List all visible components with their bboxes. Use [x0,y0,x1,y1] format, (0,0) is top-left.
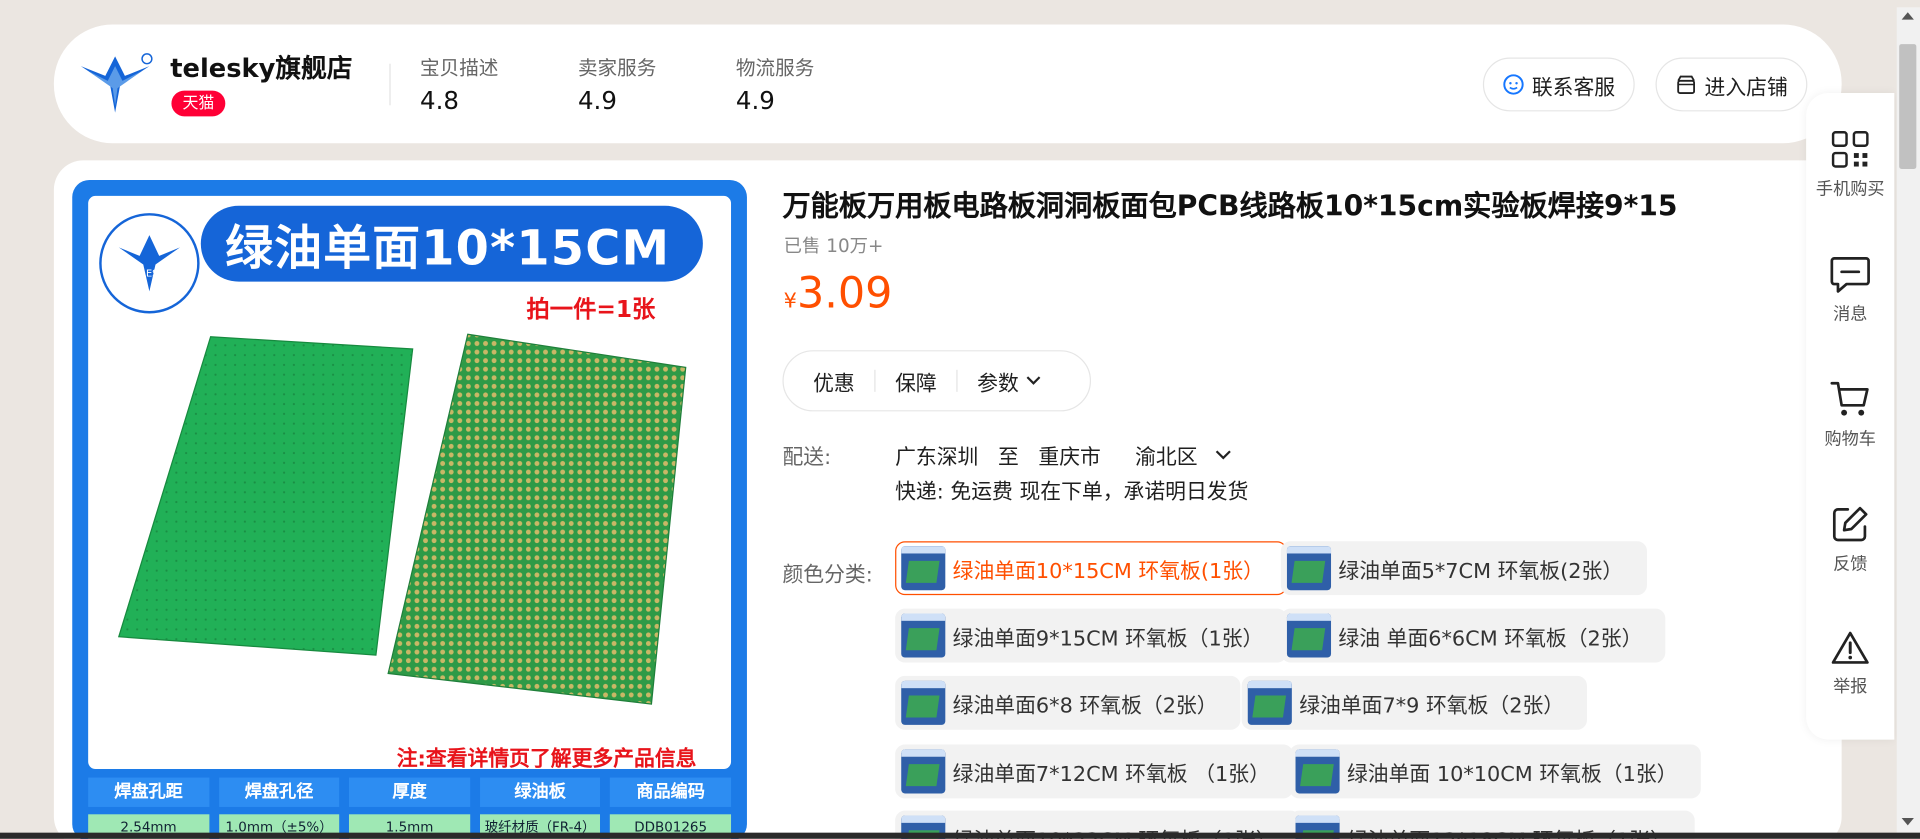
express-info: 快递: 免运费 现在下单，承诺明日发货 [895,480,1249,505]
sku-option-label: 绿油单面 10*10CM 环氧板（1张） [1346,762,1678,787]
image-note-bottom: 注:查看详情页了解更多产品信息 [396,746,697,772]
sidebar-item-mobile-buy[interactable]: 手机购买 [1806,130,1894,201]
rating-label: 卖家服务 [577,56,657,80]
chevron-down-icon [1026,376,1041,385]
sku-thumb-icon [901,749,946,794]
rating-label: 物流服务 [735,56,815,80]
image-title: 绿油单面10*15CM [225,221,671,277]
sku-thumb-icon [901,613,946,658]
sku-option[interactable]: 绿油单面 10*10CM 环氧板（1张） [1289,744,1701,799]
enter-store-label: 进入店铺 [1704,75,1788,100]
store-divider [389,63,391,106]
contact-service-label: 联系客服 [1531,75,1616,100]
ship-district: 渝北区 [1135,445,1198,471]
chevron-down-icon [1215,450,1231,460]
image-logo-icon: TELESKY [99,213,200,314]
store-logo-icon[interactable] [76,49,154,118]
shipping-route: 广东深圳 至 重庆市 渝北区 [895,440,1232,471]
sidebar-label: 购物车 [1824,429,1876,450]
spec-header: 绿油板 [479,777,601,807]
sku-thumb-icon [1295,749,1340,794]
chat-bubble-icon [1830,257,1870,293]
sidebar-label: 反馈 [1833,554,1868,575]
ship-to-word: 至 [997,445,1019,471]
scroll-up-arrow-icon[interactable] [1901,12,1914,20]
sku-option-label: 绿油单面7*12CM 环氧板 （1张） [952,762,1270,787]
ship-city[interactable]: 重庆市 [1038,440,1100,470]
sku-option[interactable]: 绿油单面7*9 环氧板（2张） [1241,675,1588,730]
rating-logistics: 物流服务 4.9 [736,51,814,115]
pcb-boards-illustration [117,333,687,705]
tmall-badge: 天猫 [171,90,226,117]
sku-option-label: 绿油单面5*7CM 环氧板(2张） [1338,558,1624,584]
sku-option-label: 绿油 单面6*6CM 环氧板（2张） [1338,626,1643,651]
params-label: 参数 [977,371,1019,397]
spec-table: 焊盘孔距 焊盘孔径 厚度 绿油板 商品编码 2.54mm 1.0mm（±5%） … [88,777,732,839]
sku-option[interactable]: 绿油单面5*7CM 环氧板(2张） [1280,541,1647,596]
sku-option[interactable]: 绿油 单面6*6CM 环氧板（2张） [1280,608,1666,663]
sidebar-label: 手机购买 [1815,180,1885,200]
sku-option-label: 绿油单面7*9 环氧板（2张） [1299,693,1565,719]
taskbar-edge [0,832,1920,839]
rating-description: 宝贝描述 4.8 [420,51,498,115]
sku-thumb-icon [1247,680,1292,725]
shipping-label: 配送: [782,445,832,471]
scroll-down-arrow-icon[interactable] [1901,817,1914,826]
spec-header: 商品编码 [610,777,732,807]
sidebar-label: 消息 [1833,304,1868,325]
rating-label: 宝贝描述 [420,56,499,80]
sold-count: 已售 10万+ [783,235,884,258]
sku-option-label: 绿油单面9*15CM 环氧板（1张） [952,626,1264,651]
rating-value: 4.8 [420,85,459,116]
sidebar-item-report[interactable]: 举报 [1806,629,1894,698]
product-title: 万能板万用板电路板洞洞板面包PCB线路板10*15cm实验板焊接9*15 [782,191,1678,223]
contact-service-button[interactable]: 联系客服 [1482,57,1635,112]
price: ¥3.09 [784,269,893,318]
product-main-image[interactable]: 绿油单面10*15CM TELESKY 拍一件=1张 注:查看详情页了解更多产品… [72,180,747,839]
edit-icon [1832,506,1868,542]
discount-tab[interactable]: 优惠 [813,366,874,396]
sku-option[interactable]: 绿油单面6*8 环氧板（2张） [895,675,1241,730]
spec-header: 厚度 [349,777,470,807]
guarantee-tab[interactable]: 保障 [876,366,957,396]
image-inner: 绿油单面10*15CM TELESKY 拍一件=1张 注:查看详情页了解更多产品… [88,195,732,772]
sku-thumb-icon [1286,546,1332,591]
sidebar-item-messages[interactable]: 消息 [1806,255,1894,326]
sku-thumb-icon [901,680,946,725]
info-chips: 优惠 保障 参数 [782,350,1092,412]
cart-icon [1830,381,1869,416]
logo-text: TELESKY [127,269,170,280]
sku-thumb-icon [901,546,946,591]
rating-value: 4.9 [577,85,617,116]
spec-header: 焊盘孔径 [218,777,340,807]
rating-value: 4.9 [735,85,775,116]
image-note-top: 拍一件=1张 [526,296,656,324]
sku-option[interactable]: 绿油单面9*15CM 环氧板（1张） [895,608,1287,663]
district-selector[interactable]: 渝北区 [1135,440,1232,471]
sidebar-item-feedback[interactable]: 反馈 [1806,504,1894,575]
store-name[interactable]: telesky旗舰店 [170,49,352,86]
spec-header: 焊盘孔距 [88,777,209,807]
sku-option-label: 绿油单面6*8 环氧板（2张） [952,693,1218,719]
ship-from: 广东深圳 [895,445,979,471]
store-icon [1677,75,1696,94]
warning-icon [1831,631,1869,664]
headset-icon [1503,74,1524,95]
sku-option[interactable]: 绿油单面7*12CM 环氧板 （1张） [895,744,1294,799]
enter-store-button[interactable]: 进入店铺 [1655,57,1808,112]
sku-option-label: 绿油单面10*15CM 环氧板(1张） [952,558,1264,584]
scrollbar-thumb[interactable] [1899,44,1917,169]
qr-code-icon [1831,131,1869,168]
rating-service: 卖家服务 4.9 [578,51,656,115]
page: telesky旗舰店 天猫 宝贝描述 4.8 卖家服务 4.9 物流服务 4.9… [0,0,1920,839]
sku-option[interactable]: 绿油单面10*15CM 环氧板(1张） [895,541,1288,596]
sku-label: 颜色分类: [782,563,873,588]
page-top-edge [0,0,1920,8]
price-value: 3.09 [796,269,893,319]
price-currency: ¥ [783,288,797,314]
params-tab[interactable]: 参数 [958,366,1061,397]
sku-thumb-icon [1286,613,1332,658]
sidebar-item-cart[interactable]: 购物车 [1806,380,1894,451]
sidebar-label: 举报 [1833,677,1868,697]
